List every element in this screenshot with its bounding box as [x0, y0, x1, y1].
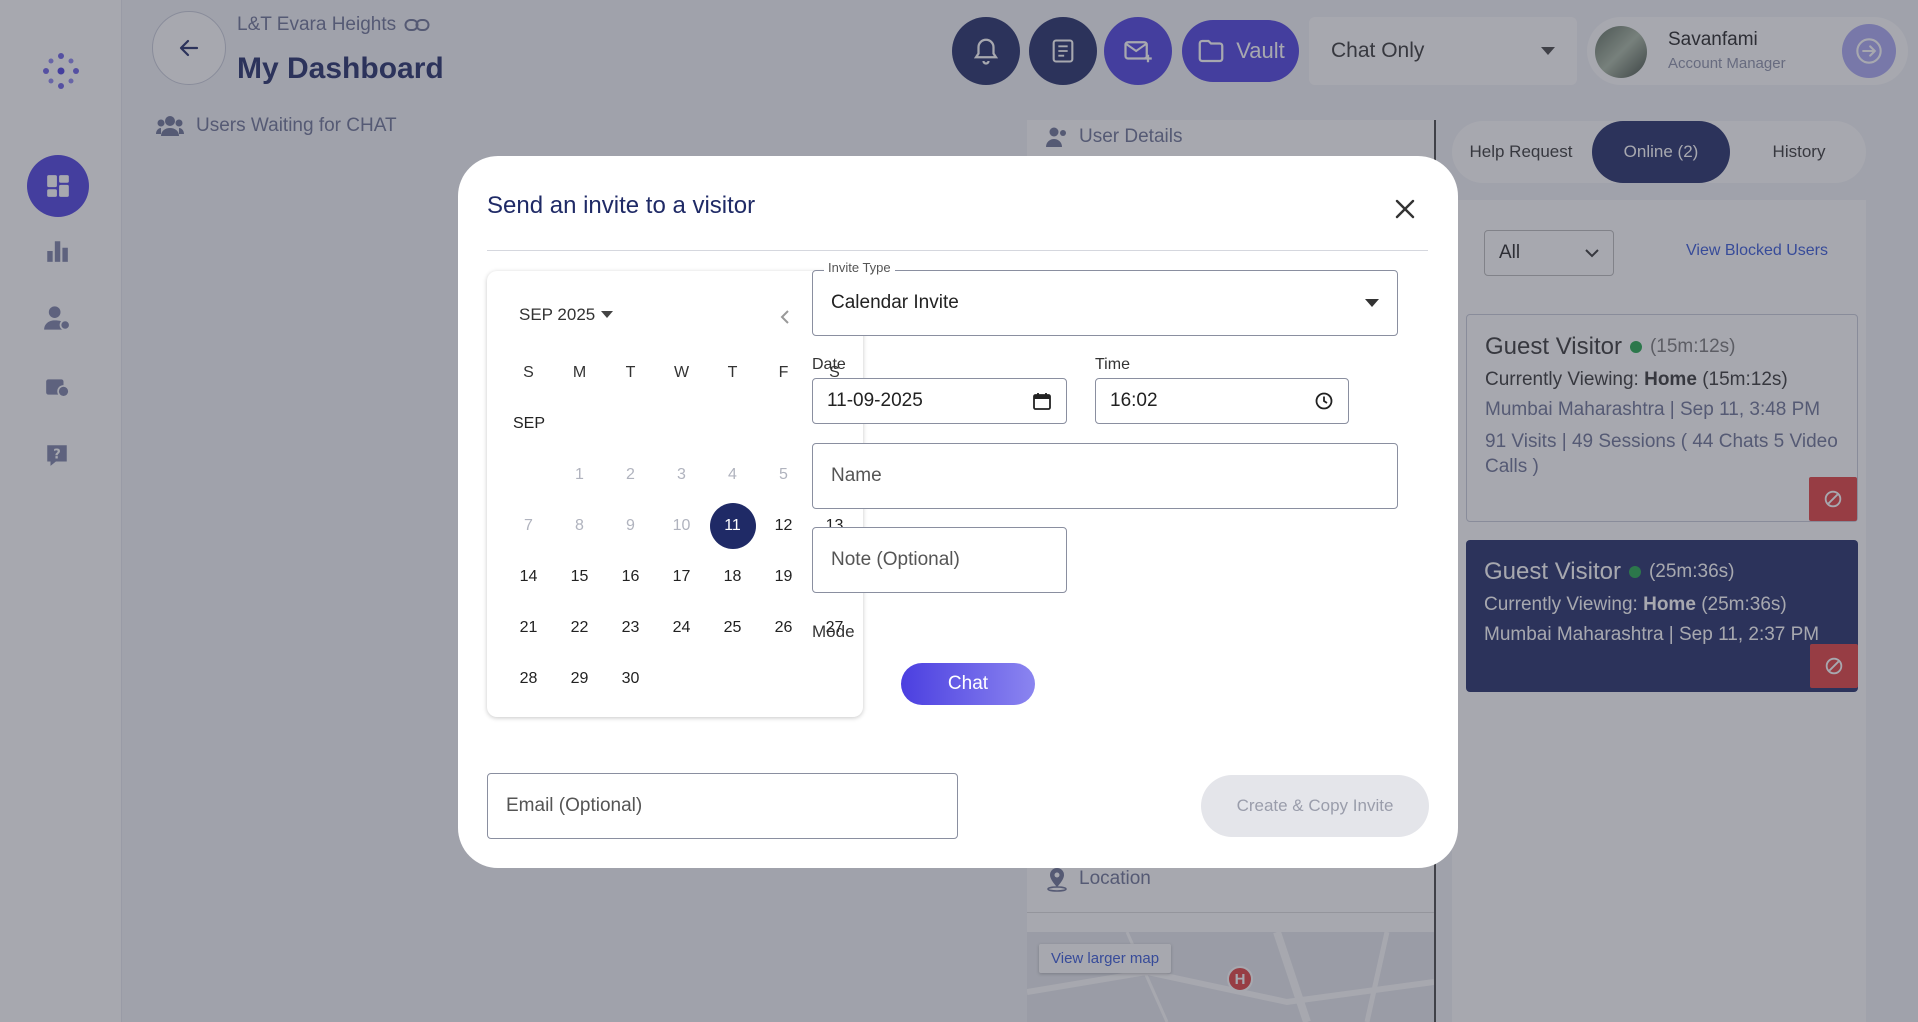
calendar-day[interactable]: 21 — [506, 605, 552, 651]
time-input[interactable]: 16:02 — [1095, 378, 1349, 424]
weekday-label: S — [523, 363, 534, 381]
invite-type-label: Invite Type — [824, 260, 895, 275]
calendar-week-row: 7 8 9 10 11 12 13 — [503, 500, 860, 551]
email-input[interactable]: Email (Optional) — [487, 773, 958, 839]
calendar-day[interactable]: 24 — [659, 605, 705, 651]
calendar-day[interactable]: 12 — [761, 503, 807, 549]
time-label: Time — [1095, 356, 1130, 373]
calendar-day[interactable]: 22 — [557, 605, 603, 651]
month-year-selector[interactable]: SEP 2025 — [519, 305, 614, 325]
chevron-left-icon — [780, 310, 789, 324]
calendar-day[interactable]: 16 — [608, 554, 654, 600]
weekday-label: W — [673, 363, 690, 381]
invite-type-select[interactable]: Calendar Invite — [812, 270, 1398, 336]
calendar-day-disabled: 4 — [728, 465, 737, 483]
calendar-day[interactable]: 14 — [506, 554, 552, 600]
weekday-header-row: SMTWTFS — [503, 347, 860, 398]
calendar-empty-cell — [812, 656, 858, 702]
chat-mode-button[interactable]: Chat — [901, 663, 1035, 705]
calendar-day[interactable]: 25 — [710, 605, 756, 651]
calendar-empty-cell — [710, 656, 756, 702]
calendar-week-row: 28 29 30 — [503, 653, 860, 704]
calendar-day[interactable]: 19 — [761, 554, 807, 600]
modal-title: Send an invite to a visitor — [487, 192, 756, 219]
mode-label: Mode — [812, 622, 855, 641]
calendar-day-disabled: 7 — [524, 516, 533, 534]
caret-down-icon — [601, 311, 614, 318]
caret-down-icon — [1365, 299, 1379, 307]
calendar-day-disabled: 1 — [575, 465, 584, 483]
calendar-empty-cell — [659, 656, 705, 702]
previous-month-button[interactable] — [773, 305, 797, 329]
close-button[interactable] — [1390, 194, 1420, 224]
invite-type-value: Calendar Invite — [831, 292, 959, 313]
calendar-day-disabled: 10 — [672, 516, 691, 534]
note-input[interactable]: Note (Optional) — [812, 527, 1067, 593]
calendar-day[interactable]: 18 — [710, 554, 756, 600]
clock-icon[interactable] — [1314, 391, 1334, 411]
calendar-weeks: 1234567891011121314151617181920212223242… — [503, 449, 860, 704]
date-calendar: SEP 2025 SMTWTFS SEP 1234567891011121314… — [487, 271, 863, 717]
month-year-label: SEP 2025 — [519, 305, 596, 324]
email-placeholder: Email (Optional) — [506, 795, 643, 816]
calendar-day[interactable]: 23 — [608, 605, 654, 651]
calendar-day-disabled: 8 — [575, 516, 584, 534]
calendar-day[interactable]: 28 — [506, 656, 552, 702]
calendar-day-disabled: 3 — [677, 465, 686, 483]
calendar-day[interactable]: 17 — [659, 554, 705, 600]
weekday-label: M — [572, 363, 587, 381]
calendar-icon[interactable] — [1032, 391, 1052, 411]
weekday-label: T — [727, 363, 738, 381]
name-placeholder: Name — [831, 465, 882, 486]
calendar-day[interactable]: 15 — [557, 554, 603, 600]
weekday-label: F — [778, 363, 789, 381]
calendar-month-label: SEP — [513, 414, 546, 432]
calendar-empty-cell — [506, 452, 552, 498]
date-value: 11-09-2025 — [827, 390, 923, 411]
calendar-day[interactable]: 26 — [761, 605, 807, 651]
close-icon — [1395, 199, 1415, 219]
date-input[interactable]: 11-09-2025 — [812, 378, 1067, 424]
calendar-grid: SMTWTFS SEP 1234567891011121314151617181… — [503, 347, 860, 704]
divider — [487, 250, 1428, 251]
weekday-label: T — [625, 363, 636, 381]
calendar-day-disabled: 2 — [626, 465, 635, 483]
calendar-week-row: 21 22 23 24 25 26 27 — [503, 602, 860, 653]
calendar-week-row: 14151617181920 — [503, 551, 860, 602]
date-label: Date — [812, 356, 846, 373]
calendar-day[interactable]: 30 — [608, 656, 654, 702]
calendar-day-selected[interactable]: 11 — [709, 502, 756, 549]
invite-modal: Send an invite to a visitor SEP 2025 S M T… — [458, 156, 1458, 868]
time-value: 16:02 — [1110, 390, 1158, 411]
name-input[interactable]: Name — [812, 443, 1398, 509]
note-placeholder: Note (Optional) — [831, 549, 960, 570]
calendar-day[interactable]: 29 — [557, 656, 603, 702]
calendar-empty-cell — [761, 656, 807, 702]
create-copy-invite-button[interactable]: Create & Copy Invite — [1201, 775, 1429, 837]
calendar-week-row: 123456 — [503, 449, 860, 500]
calendar-day-disabled: 9 — [626, 516, 635, 534]
calendar-day-disabled: 5 — [779, 465, 788, 483]
